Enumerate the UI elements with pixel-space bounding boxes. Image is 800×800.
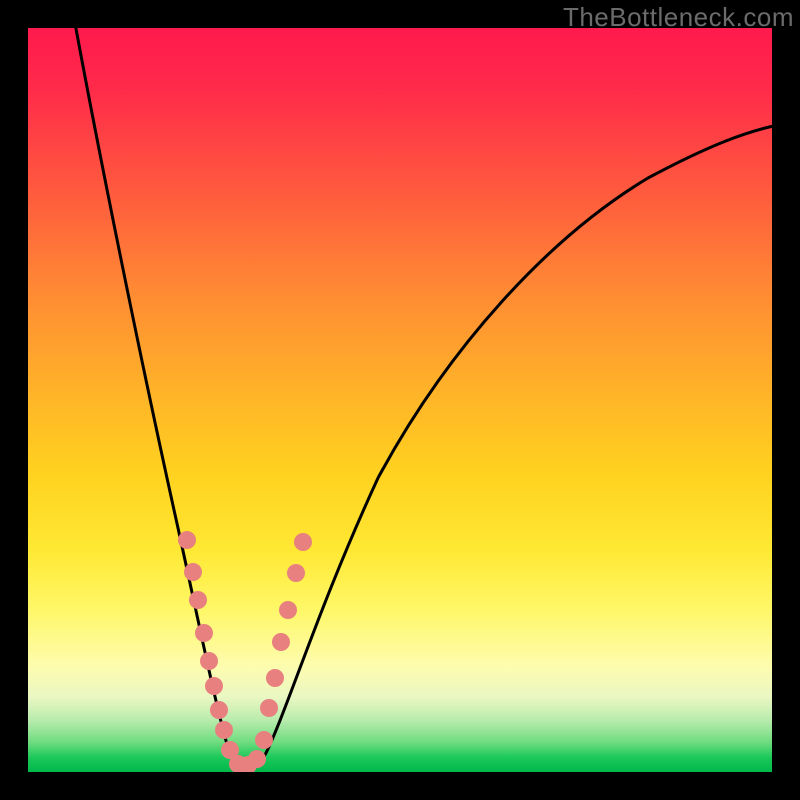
dot	[287, 564, 305, 582]
watermark-text: TheBottleneck.com	[563, 2, 794, 33]
bottleneck-curve-right	[241, 123, 772, 770]
sample-dots	[178, 531, 312, 772]
dot	[205, 677, 223, 695]
plot-area	[28, 28, 772, 772]
dot	[210, 701, 228, 719]
dot	[189, 591, 207, 609]
dot	[178, 531, 196, 549]
dot	[215, 721, 233, 739]
dot	[260, 699, 278, 717]
dot	[279, 601, 297, 619]
dot	[272, 633, 290, 651]
dot	[195, 624, 213, 642]
curve-layer	[28, 28, 772, 772]
chart-frame: TheBottleneck.com	[0, 0, 800, 800]
dot	[184, 563, 202, 581]
dot	[294, 533, 312, 551]
dot	[200, 652, 218, 670]
dot	[266, 669, 284, 687]
dot	[248, 750, 266, 768]
dot	[255, 731, 273, 749]
